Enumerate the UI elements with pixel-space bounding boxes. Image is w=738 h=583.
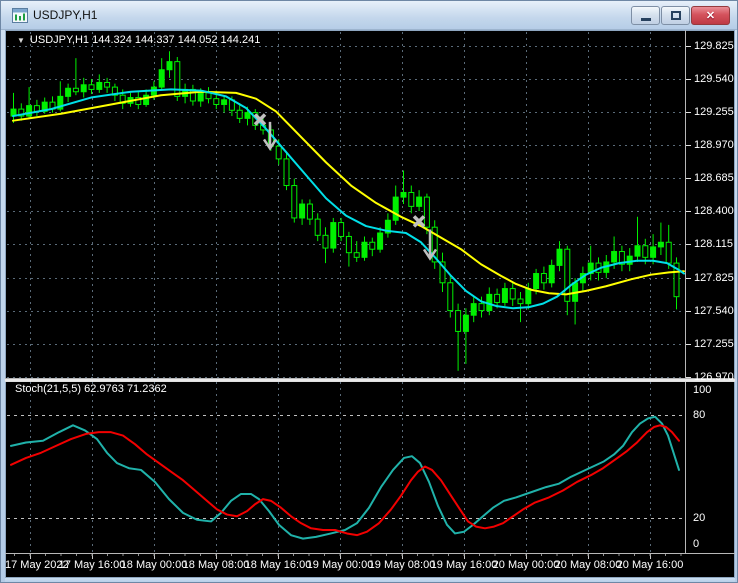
- stochastic-d-value: 71.2362: [126, 383, 167, 395]
- candle-body: [213, 98, 220, 105]
- candle-body: [275, 145, 282, 160]
- candle-body: [447, 282, 454, 312]
- candle-body: [509, 288, 516, 300]
- symbol-label: USDJPY,H1: [29, 34, 90, 46]
- time-axis-label: 20 May 00:00: [492, 559, 560, 571]
- candle-body: [197, 92, 204, 102]
- candle-body: [244, 112, 251, 119]
- price-axis-label: 129.540: [694, 73, 734, 85]
- candle-body: [26, 105, 33, 117]
- ma-line-cyan: [12, 88, 685, 310]
- candle-body: [158, 69, 165, 88]
- stoch-axis-label: 100: [693, 383, 712, 396]
- candle-body: [478, 303, 485, 312]
- candle-body: [104, 81, 111, 88]
- time-axis-label: 17 May 16:00: [58, 559, 126, 571]
- candle-body: [611, 251, 618, 263]
- price-axis-label: 128.685: [694, 172, 734, 184]
- candle-body: [96, 81, 103, 90]
- candle-body: [392, 196, 399, 221]
- candle-body: [455, 310, 462, 332]
- price-axis-label: 129.825: [694, 40, 734, 52]
- candle-body: [65, 87, 72, 97]
- candle-body: [517, 298, 524, 305]
- candle-body: [88, 84, 95, 90]
- candle-body: [322, 234, 329, 249]
- time-axis-label: 19 May 16:00: [430, 559, 498, 571]
- price-axis-label: 127.825: [694, 272, 734, 284]
- mt4-chart-window: USDJPY,H1 ✕ ▼ USDJPY,H1 144.324 144.337 1…: [0, 0, 738, 583]
- candle-body: [299, 203, 306, 219]
- candle-body: [80, 84, 87, 93]
- candle-body: [314, 218, 321, 236]
- candle-body: [626, 255, 633, 265]
- candle-body: [548, 264, 555, 284]
- candle-body: [540, 273, 547, 284]
- time-axis-label: 19 May 08:00: [368, 559, 436, 571]
- candle-body: [330, 222, 337, 249]
- candle-body: [236, 109, 243, 119]
- candle-body: [369, 241, 376, 250]
- candle-body: [143, 94, 150, 105]
- price-axis-label: 128.970: [694, 139, 734, 151]
- candle-body: [377, 232, 384, 250]
- candle-body: [650, 246, 657, 258]
- price-axis-label: 127.255: [694, 338, 734, 350]
- pane-separator[interactable]: [5, 378, 735, 382]
- candle-body: [166, 61, 173, 71]
- symbol-ohlc-label: ▼ USDJPY,H1 144.324 144.337 144.052 144.2…: [17, 34, 260, 46]
- window-bottom-border: [5, 578, 735, 582]
- candle-body: [338, 222, 345, 237]
- time-axis-label: 18 May 00:00: [120, 559, 188, 571]
- stoch-axis-label: 80: [693, 408, 706, 421]
- candle-body: [556, 248, 563, 266]
- chart-dropdown-icon[interactable]: ▼: [17, 36, 25, 45]
- candle-body: [361, 241, 368, 258]
- candle-body: [501, 288, 508, 303]
- time-axis-label: 18 May 16:00: [244, 559, 312, 571]
- stochastic-label: Stoch(21,5,5) 62.9763 71.2362: [15, 383, 167, 395]
- candle-body: [221, 99, 228, 105]
- candle-body: [291, 185, 298, 219]
- time-axis-label: 19 May 00:00: [306, 559, 374, 571]
- candle-body: [462, 314, 469, 332]
- price-axis-label: 126.970: [694, 371, 734, 383]
- price-axis-label: 128.400: [694, 205, 734, 217]
- price-axis-label: 127.540: [694, 305, 734, 317]
- candle-body: [408, 191, 415, 207]
- price-axis-label: 128.115: [694, 238, 733, 250]
- candle-body: [665, 241, 672, 264]
- candle-body: [423, 196, 430, 228]
- stoch-k-line: [10, 415, 680, 540]
- stoch-axis-label: 20: [693, 511, 706, 524]
- price-axis-label: 129.255: [694, 106, 734, 118]
- candle-body: [174, 61, 181, 97]
- candle-body: [205, 92, 212, 100]
- candle-body: [400, 191, 407, 198]
- candle-body: [470, 303, 477, 316]
- candle-body: [525, 288, 532, 305]
- time-axis-label: 18 May 08:00: [182, 559, 250, 571]
- candle-body: [416, 196, 423, 207]
- stochastic-name: Stoch(21,5,5): [15, 383, 82, 395]
- time-axis-label: 20 May 16:00: [616, 559, 684, 571]
- candle-body: [634, 245, 641, 257]
- stochastic-k-value: 62.9763: [84, 383, 124, 395]
- time-axis-label: 20 May 08:00: [554, 559, 622, 571]
- candle-body: [72, 87, 79, 93]
- candle-body: [494, 293, 501, 303]
- candle-body: [642, 245, 649, 258]
- candle-body: [283, 158, 290, 187]
- candle-body: [657, 241, 664, 248]
- ohlc-values: 144.324 144.337 144.052 144.241: [92, 34, 261, 46]
- candle-body: [353, 252, 360, 258]
- chart-canvas[interactable]: [1, 1, 738, 583]
- stoch-axis-label: 0: [693, 537, 700, 550]
- candle-body: [306, 203, 313, 220]
- candle-body: [345, 235, 352, 254]
- candle-body: [533, 273, 540, 290]
